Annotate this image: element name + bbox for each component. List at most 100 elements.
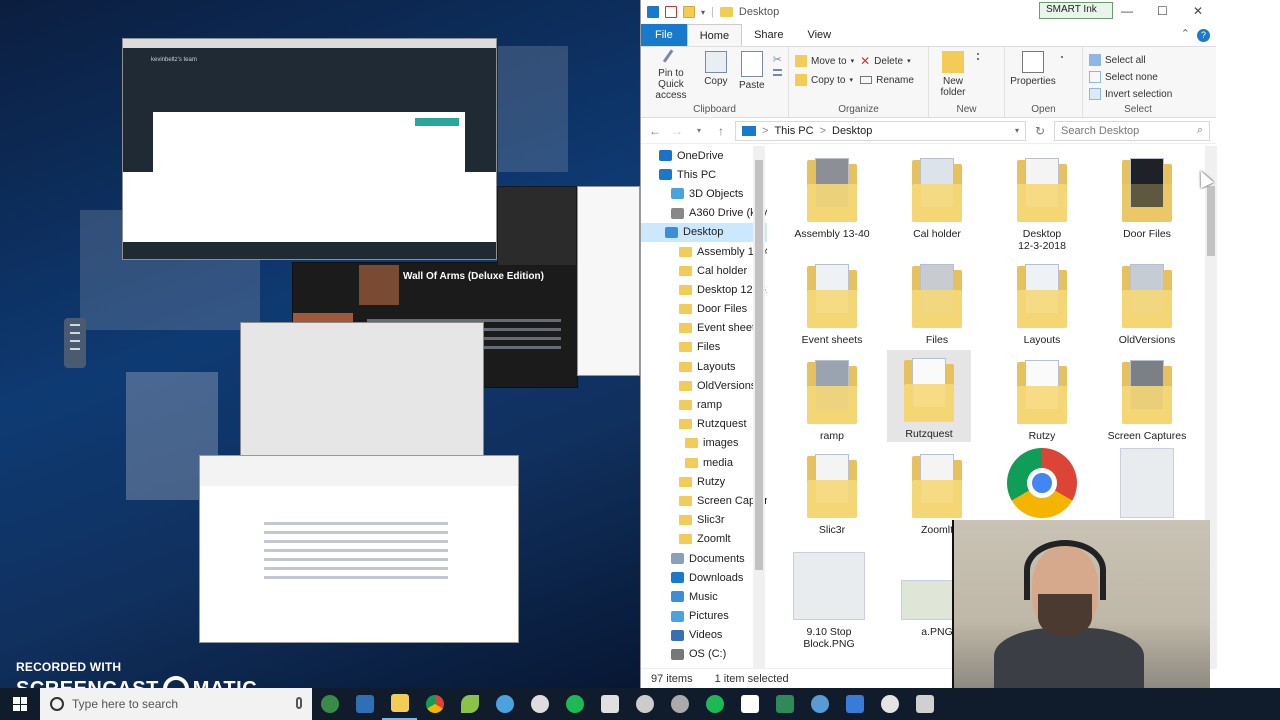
smart-ink-toolbar[interactable]: SMART Ink <box>1039 2 1113 19</box>
taskbar-app-icon[interactable] <box>452 688 487 720</box>
new-folder-quick-icon[interactable] <box>683 6 695 18</box>
nav-item[interactable]: Desktop 12-3-2 <box>641 280 767 299</box>
tab-view[interactable]: View <box>795 24 843 46</box>
folder-item-files[interactable]: Files <box>894 254 980 346</box>
forward-arrow-icon[interactable]: → <box>669 124 685 138</box>
folder-item-rutzquest[interactable]: Rutzquest <box>887 350 971 442</box>
taskbar-app-icon[interactable] <box>907 688 942 720</box>
breadcrumb-this-pc[interactable]: This PC <box>774 125 813 137</box>
tab-file[interactable]: File <box>641 24 687 46</box>
taskbar-app-icon[interactable] <box>347 688 382 720</box>
delete-button[interactable]: ✕ Delete ▾ <box>860 53 914 69</box>
folder-item-event-sheets[interactable]: Event sheets <box>789 254 875 346</box>
paste-shortcut-icon[interactable] <box>772 74 782 76</box>
refresh-icon[interactable]: ↻ <box>1032 124 1048 138</box>
up-arrow-icon[interactable]: ↑ <box>713 124 729 138</box>
address-dropdown-icon[interactable]: ▾ <box>1015 126 1019 135</box>
folder-item-ramp[interactable]: ramp <box>789 350 875 442</box>
copy-to-button[interactable]: Copy to ▾ <box>795 72 854 88</box>
taskbar-chrome-icon[interactable] <box>417 688 452 720</box>
taskbar-app-icon[interactable] <box>802 688 837 720</box>
taskbar-app-icon[interactable] <box>837 688 872 720</box>
taskbar-app-icon[interactable] <box>872 688 907 720</box>
taskbar-gear-icon[interactable] <box>662 688 697 720</box>
browser-window-thumbnail[interactable]: kevinbeltz's team <box>122 38 497 260</box>
minimize-button[interactable]: — <box>1121 4 1133 18</box>
select-all-button[interactable]: Select all <box>1089 53 1172 67</box>
edit-icon[interactable] <box>1061 56 1063 58</box>
breadcrumb-desktop[interactable]: Desktop <box>832 125 872 137</box>
file-item-stop-block[interactable]: 9.10 Stop Block.PNG <box>783 550 875 650</box>
nav-item[interactable]: A360 Drive (kevi <box>641 204 767 223</box>
nav-item[interactable]: OldVersions <box>641 376 767 395</box>
document-window-thumbnail[interactable] <box>577 186 640 376</box>
taskbar-calculator-icon[interactable] <box>592 688 627 720</box>
nav-item[interactable]: Slic3r <box>641 511 767 530</box>
folder-item-rutzy[interactable]: Rutzy <box>999 350 1085 442</box>
copy-path-icon[interactable] <box>772 69 782 71</box>
copy-button[interactable]: Copy <box>701 51 731 101</box>
shortcut-item-chrome[interactable] <box>999 444 1085 518</box>
drag-handle[interactable] <box>64 318 86 368</box>
taskbar-spotify-icon[interactable] <box>557 688 592 720</box>
taskbar-app-icon[interactable] <box>732 688 767 720</box>
folder-item-layouts[interactable]: Layouts <box>999 254 1085 346</box>
new-item-icon[interactable] <box>977 53 979 55</box>
start-button[interactable] <box>0 688 40 720</box>
nav-item[interactable]: Cal holder <box>641 261 767 280</box>
quick-access-dropdown-icon[interactable]: ▾ <box>701 8 705 17</box>
nav-item[interactable]: Files <box>641 338 767 357</box>
recent-locations-icon[interactable]: ▾ <box>691 126 707 135</box>
invert-selection-button[interactable]: Invert selection <box>1089 87 1172 101</box>
nav-item[interactable]: Pictures <box>641 607 767 626</box>
nav-item[interactable]: Desktop <box>641 222 767 242</box>
taskbar-search[interactable]: Type here to search <box>40 688 312 720</box>
nav-item[interactable]: Layouts <box>641 357 767 376</box>
nav-item[interactable]: Videos <box>641 626 767 645</box>
taskbar-app-icon[interactable] <box>767 688 802 720</box>
taskbar-app-icon[interactable] <box>522 688 557 720</box>
folder-item-slic3r[interactable]: Slic3r <box>789 444 875 536</box>
nav-item[interactable]: Rutzy <box>641 472 767 491</box>
nav-item[interactable]: Rutzquest <box>641 415 767 434</box>
select-none-button[interactable]: Select none <box>1089 70 1172 84</box>
folder-item-screen-captures[interactable]: Screen Captures <box>1104 350 1190 442</box>
nav-item[interactable]: Documents <box>641 549 767 568</box>
microphone-icon[interactable] <box>296 697 302 709</box>
folder-item-door-files[interactable]: Door Files <box>1104 148 1190 240</box>
taskbar-app-icon[interactable] <box>697 688 732 720</box>
rename-button[interactable]: Rename <box>860 72 914 88</box>
folder-item-cal-holder[interactable]: Cal holder <box>894 148 980 240</box>
image-item-document[interactable] <box>1104 444 1190 524</box>
nav-item[interactable]: Door Files <box>641 300 767 319</box>
folder-item-oldversions[interactable]: OldVersions <box>1104 254 1190 346</box>
collapse-ribbon-icon[interactable]: ⌃ <box>1181 27 1190 40</box>
cut-icon[interactable]: ✂ <box>773 53 782 66</box>
pin-to-quick-access-button[interactable]: Pin to Quick access <box>647 49 695 101</box>
nav-item[interactable]: This PC <box>641 165 767 184</box>
explorer-window-thumbnail[interactable] <box>199 455 519 643</box>
taskbar-settings-icon[interactable] <box>627 688 662 720</box>
nav-item[interactable]: Assembly 13-4 <box>641 242 767 261</box>
nav-item[interactable]: Downloads <box>641 568 767 587</box>
paste-button[interactable]: Paste <box>737 51 767 101</box>
nav-item[interactable]: ramp <box>641 395 767 414</box>
nav-item[interactable]: Screen Capture <box>641 491 767 510</box>
close-button[interactable]: ✕ <box>1193 4 1203 18</box>
properties-quick-icon[interactable] <box>665 6 677 18</box>
search-box[interactable]: Search Desktop ⌕ <box>1054 120 1210 141</box>
address-bar[interactable]: > This PC > Desktop ▾ <box>735 120 1026 141</box>
nav-item[interactable]: Event sheets <box>641 319 767 338</box>
dark-app-thumbnail[interactable] <box>497 186 577 266</box>
nav-item[interactable]: images <box>641 434 767 453</box>
nav-item[interactable]: media <box>641 453 767 472</box>
tab-home[interactable]: Home <box>686 24 743 46</box>
new-folder-button[interactable]: New folder <box>935 51 971 101</box>
folder-item-assembly[interactable]: Assembly 13-40 <box>789 148 875 240</box>
easy-access-icon[interactable] <box>977 58 979 60</box>
properties-button[interactable]: Properties <box>1010 51 1056 101</box>
taskbar-app-icon[interactable] <box>312 688 347 720</box>
move-to-button[interactable]: Move to ▾ <box>795 53 854 69</box>
nav-item[interactable]: Zoomlt <box>641 530 767 549</box>
maximize-button[interactable]: ☐ <box>1157 4 1168 18</box>
